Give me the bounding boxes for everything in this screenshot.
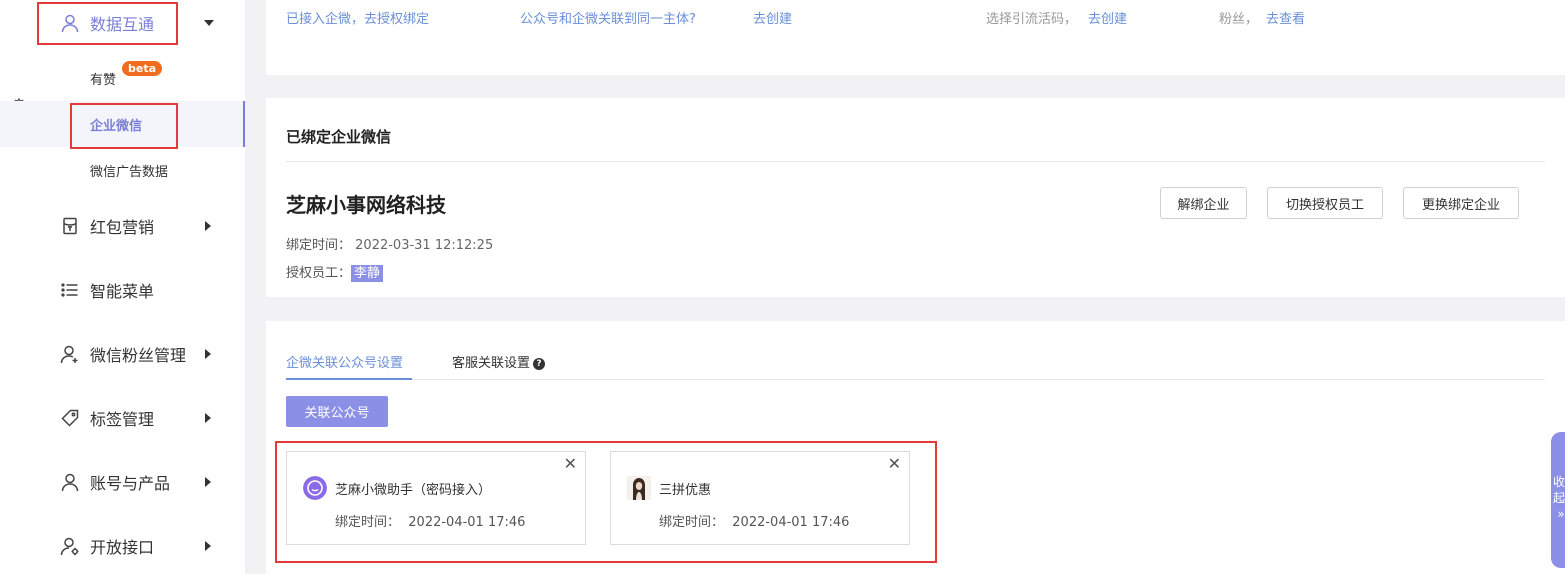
menu-item-label: 智能菜单 (90, 282, 155, 301)
sub-item-label: 企业微信 (90, 118, 143, 134)
menu-item-label: 红包营销 (90, 218, 155, 237)
collapse-panel-tab[interactable]: 收起 » (1551, 432, 1565, 568)
change-company-button[interactable]: 更换绑定企业 (1403, 187, 1519, 219)
same-entity-link[interactable]: 公众号和企微关联到同一主体? (520, 8, 696, 27)
chevron-down-icon (204, 20, 214, 26)
sub-item-label: 微信广告数据 (90, 164, 169, 180)
company-name: 芝麻小事网络科技 (286, 193, 446, 217)
collapse-label: 收起 (1553, 475, 1565, 505)
link-official-account-button[interactable]: 关联公众号 (286, 396, 388, 427)
sidebar: 数据互通 有赞 beta 企业微信 微信广告数据 红包营销 智能菜单 微信粉丝管… (0, 0, 245, 574)
menu-item-label: 账号与产品 (90, 474, 171, 493)
user-add-icon (60, 345, 78, 364)
account-name: 芝麻小微助手（密码接入） (335, 483, 492, 498)
bound-company-card: 已绑定企业微信 芝麻小事网络科技 绑定时间： 2022-03-31 12:12:… (266, 98, 1565, 297)
tab-label: 客服关联设置 (452, 356, 531, 371)
staff-label: 授权员工： (286, 266, 352, 281)
menu-item-label: 微信粉丝管理 (90, 346, 187, 365)
account-avatar-icon (303, 476, 327, 500)
fans-text: 粉丝， (1219, 12, 1259, 27)
user-settings-icon (60, 537, 79, 556)
authorize-binding-link[interactable]: 已接入企微，去授权绑定 (286, 8, 429, 27)
bind-time-row: 绑定时间： 2022-03-31 12:12:25 (286, 234, 493, 253)
menu-item-red-packet[interactable]: 红包营销 (0, 206, 245, 246)
select-qrcode-text: 选择引流活码， (986, 12, 1078, 27)
close-icon[interactable]: ✕ (564, 456, 577, 472)
divider (286, 161, 1545, 162)
double-chevron-icon: » (1557, 507, 1565, 521)
bind-time-label: 绑定时间： (286, 238, 352, 253)
tag-icon (61, 409, 79, 427)
menu-item-open-api[interactable]: 开放接口 (0, 526, 245, 566)
create-qrcode-link[interactable]: 去创建 (1088, 8, 1127, 27)
sub-item-youzan[interactable]: 有赞 beta (0, 55, 245, 101)
menu-item-label: 标签管理 (90, 410, 155, 429)
beta-badge: beta (122, 61, 163, 76)
chevron-right-icon (205, 541, 211, 551)
account-name: 三拼优惠 (659, 483, 712, 498)
staff-row: 授权员工： 李静 (286, 262, 384, 282)
section-title: 已绑定企业微信 (286, 128, 392, 146)
tab-wecom-official-account[interactable]: 企微关联公众号设置 (286, 352, 403, 371)
menu-item-data-sync[interactable]: 数据互通 (0, 3, 245, 43)
chevron-right-icon (205, 221, 211, 231)
chevron-right-icon (205, 413, 211, 423)
active-tab-indicator (286, 378, 412, 380)
user-icon (61, 14, 79, 33)
sub-item-wechat-ads[interactable]: 微信广告数据 (0, 147, 245, 193)
quick-links-card: 已接入企微，去授权绑定 公众号和企微关联到同一主体? 去创建 选择引流活码， 去… (266, 0, 1565, 75)
help-icon[interactable]: ? (533, 358, 546, 370)
menu-list-icon (61, 283, 78, 297)
linked-account-card: 三拼优惠 绑定时间： 2022-04-01 17:46 ✕ (610, 451, 910, 545)
view-fans-link[interactable]: 去查看 (1266, 8, 1305, 27)
bind-time-value: 2022-03-31 12:12:25 (355, 238, 494, 253)
tab-divider (286, 379, 1545, 380)
menu-item-label: 开放接口 (90, 538, 155, 557)
linked-accounts-card: 企微关联公众号设置 客服关联设置? 关联公众号 芝麻小微助手（密码接入） 绑定时… (266, 321, 1565, 574)
sub-item-wecom[interactable]: 企业微信 (0, 101, 245, 147)
menu-item-accounts[interactable]: 账号与产品 (0, 462, 245, 502)
account-bind-time: 绑定时间： 2022-04-01 17:46 (659, 515, 850, 530)
menu-item-tags[interactable]: 标签管理 (0, 398, 245, 438)
account-bind-time: 绑定时间： 2022-04-01 17:46 (335, 515, 526, 530)
account-avatar-icon (627, 476, 651, 500)
red-packet-icon (63, 217, 77, 235)
create-link[interactable]: 去创建 (753, 8, 792, 27)
close-icon[interactable]: ✕ (888, 456, 901, 472)
sub-item-label: 有赞 (90, 72, 117, 88)
staff-name: 李静 (351, 265, 384, 282)
chevron-right-icon (205, 477, 211, 487)
menu-item-fans[interactable]: 微信粉丝管理 (0, 334, 245, 374)
tab-customer-service[interactable]: 客服关联设置? (452, 352, 546, 371)
menu-item-label: 数据互通 (90, 15, 155, 34)
unbind-company-button[interactable]: 解绑企业 (1160, 187, 1247, 219)
user-icon (61, 473, 79, 492)
switch-staff-button[interactable]: 切换授权员工 (1267, 187, 1383, 219)
linked-account-card: 芝麻小微助手（密码接入） 绑定时间： 2022-04-01 17:46 ✕ (286, 451, 586, 545)
chevron-right-icon (205, 349, 211, 359)
menu-item-smart-menu[interactable]: 智能菜单 (0, 270, 245, 310)
